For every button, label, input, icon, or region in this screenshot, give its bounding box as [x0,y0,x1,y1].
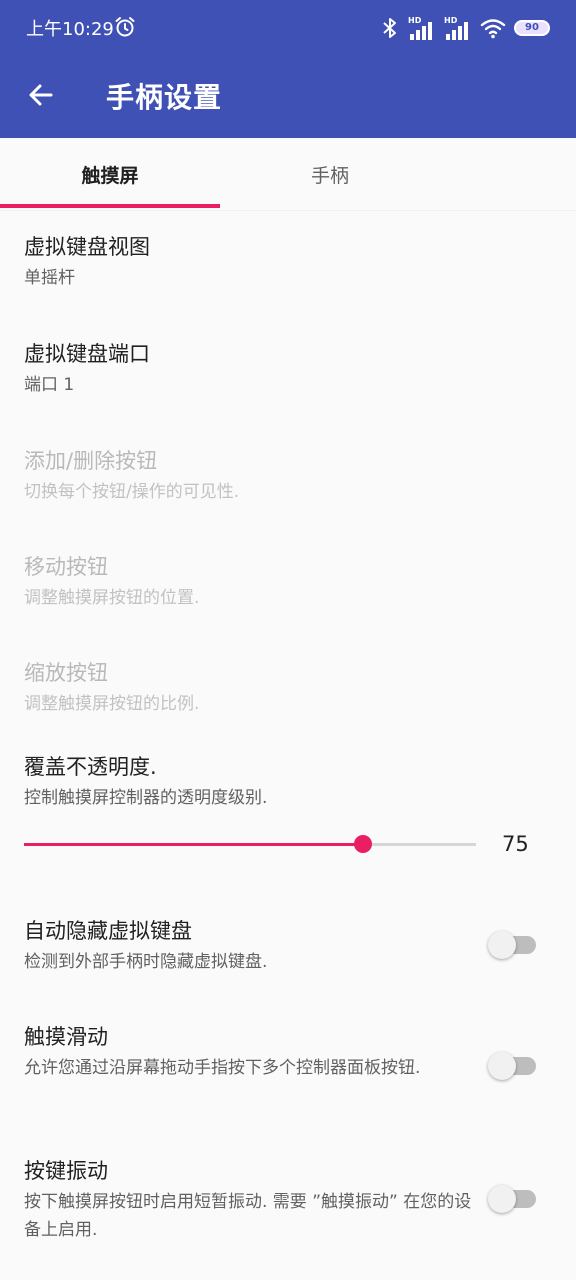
signal-hd-icon: HD [408,16,436,40]
tab-touchscreen[interactable]: 触摸屏 [0,138,220,210]
pref-add-remove-buttons: 添加/删除按钮 切换每个按钮/操作的可见性. [24,446,484,506]
pref-title: 触摸滑动 [24,1025,108,1049]
tab-bar: 触摸屏 手柄 [0,138,576,210]
tab-gamepad[interactable]: 手柄 [220,138,440,210]
pref-title: 虚拟键盘视图 [24,235,150,259]
toolbar: 手柄设置 [0,56,576,138]
battery-icon: 90 [514,20,550,36]
pref-summary: 按下触摸屏按钮时启用短暂振动. 需要 ”触摸振动” 在您的设备上启用. [24,1192,472,1240]
pref-summary: 切换每个按钮/操作的可见性. [24,482,240,502]
vibration-toggle[interactable] [488,1185,538,1213]
toggle-thumb [488,931,516,959]
pref-scale-buttons: 缩放按钮 调整触摸屏按钮的比例. [24,658,484,718]
wifi-icon [480,19,506,39]
toggle-thumb [488,1052,516,1080]
page-title: 手柄设置 [106,81,223,114]
pref-auto-hide-keyboard[interactable]: 自动隐藏虚拟键盘 检测到外部手柄时隐藏虚拟键盘. [24,916,484,976]
pref-summary: 调整触摸屏按钮的比例. [24,694,200,714]
toggle-thumb [488,1185,516,1213]
pref-summary: 控制触摸屏控制器的透明度级别. [24,788,268,808]
pref-title: 自动隐藏虚拟键盘 [24,919,192,943]
pref-button-vibration[interactable]: 按键振动 按下触摸屏按钮时启用短暂振动. 需要 ”触摸振动” 在您的设备上启用. [24,1156,484,1244]
pref-title: 覆盖不透明度. [24,755,157,779]
opacity-value: 75 [502,832,529,856]
auto-hide-toggle[interactable] [488,931,538,959]
alarm-icon [115,17,135,37]
pref-title: 缩放按钮 [24,661,108,685]
opacity-slider-fill [24,843,363,846]
pref-title: 移动按钮 [24,555,108,579]
battery-level: 90 [525,22,539,33]
pref-overlay-opacity: 覆盖不透明度. 控制触摸屏控制器的透明度级别. [24,752,484,812]
pref-title: 虚拟键盘端口 [24,342,150,366]
pref-summary: 端口 1 [24,375,75,395]
pref-summary: 检测到外部手柄时隐藏虚拟键盘. [24,952,268,972]
status-time: 上午10:29 [26,19,114,40]
status-icons: HD HD 90 [380,14,550,42]
pref-move-buttons: 移动按钮 调整触摸屏按钮的位置. [24,552,484,612]
tab-indicator [0,204,220,208]
pref-touch-slide[interactable]: 触摸滑动 允许您通过沿屏幕拖动手指按下多个控制器面板按钮. [24,1022,484,1082]
pref-title: 按键振动 [24,1159,108,1183]
pref-summary: 单摇杆 [24,268,75,288]
signal-hd-icon: HD [444,16,472,40]
opacity-slider-thumb[interactable] [354,835,372,853]
pref-summary: 允许您通过沿屏幕拖动手指按下多个控制器面板按钮. [24,1058,421,1078]
arrow-back-icon[interactable] [24,78,58,112]
app-bar: 上午10:29 HD HD 90 手柄设置 [0,0,576,138]
bluetooth-icon [383,18,396,38]
pref-summary: 调整触摸屏按钮的位置. [24,588,200,608]
pref-title: 添加/删除按钮 [24,449,158,473]
pref-virtual-keyboard-view[interactable]: 虚拟键盘视图 单摇杆 [24,232,484,292]
pref-virtual-keyboard-port[interactable]: 虚拟键盘端口 端口 1 [24,339,484,399]
touch-slide-toggle[interactable] [488,1052,538,1080]
status-bar: 上午10:29 HD HD 90 [0,0,576,56]
